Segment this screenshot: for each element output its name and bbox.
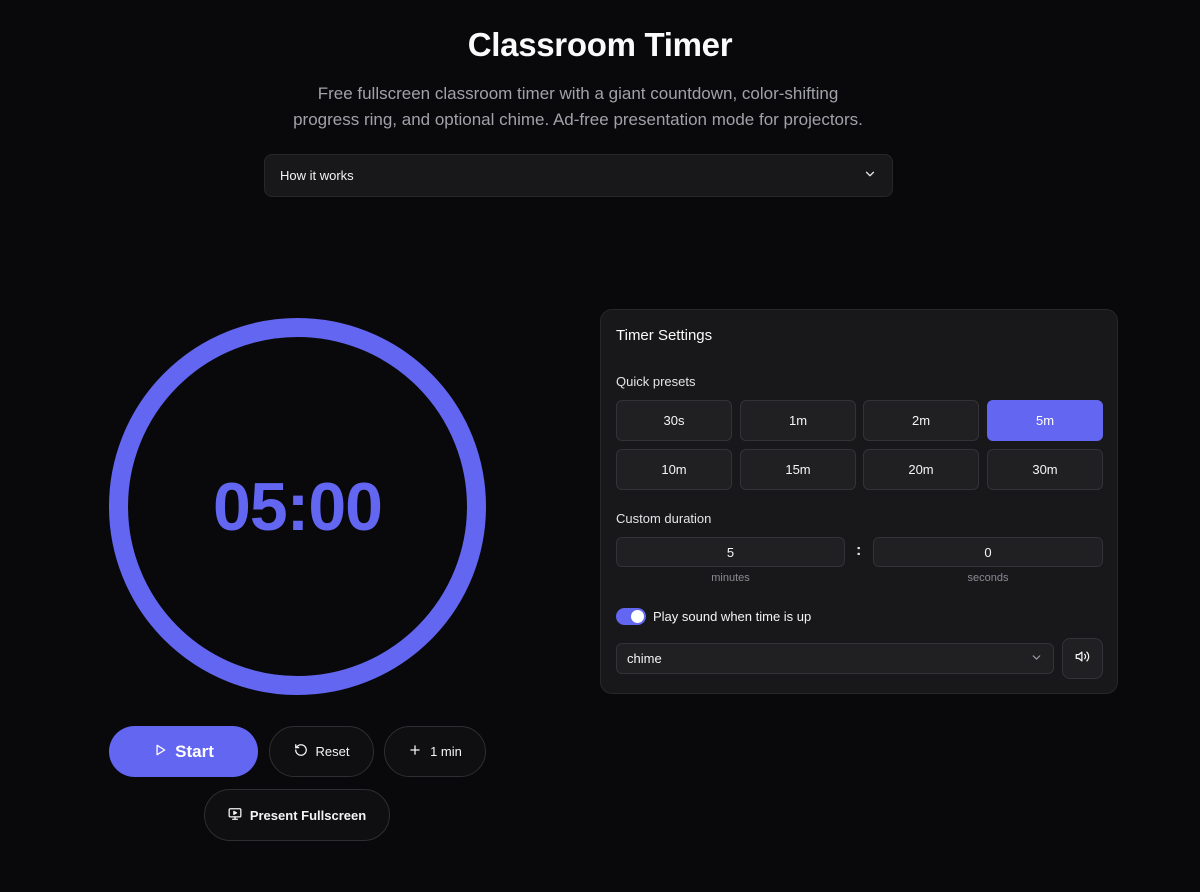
custom-duration-label: Custom duration <box>616 511 712 526</box>
minutes-label: minutes <box>711 572 750 584</box>
toggle-knob <box>631 610 644 623</box>
sound-select-value: chime <box>627 651 662 666</box>
preset-button[interactable]: 1m <box>740 400 856 441</box>
preset-button[interactable]: 30m <box>987 449 1103 490</box>
page: Classroom Timer Free fullscreen classroo… <box>0 0 1200 892</box>
start-label: Start <box>175 741 214 761</box>
preset-button[interactable]: 20m <box>863 449 979 490</box>
minutes-input[interactable]: 5 <box>616 537 845 567</box>
add-minute-button[interactable]: 1 min <box>384 726 486 777</box>
preset-button[interactable]: 5m <box>987 400 1103 441</box>
preset-button[interactable]: 2m <box>863 400 979 441</box>
sound-toggle-label: Play sound when time is up <box>653 609 812 624</box>
add-minute-label: 1 min <box>430 744 462 759</box>
chevron-down-icon <box>1030 651 1043 667</box>
reset-button[interactable]: Reset <box>269 726 374 777</box>
present-label: Present Fullscreen <box>249 807 367 823</box>
subtitle-line-1: Free fullscreen classroom timer with a g… <box>317 84 839 103</box>
sound-select[interactable]: chime <box>616 643 1054 674</box>
how-it-works-label: How it works <box>280 168 354 183</box>
settings-title: Timer Settings <box>616 327 713 344</box>
quick-presets-label: Quick presets <box>616 374 696 389</box>
preview-sound-button[interactable] <box>1062 638 1103 679</box>
volume-icon <box>1075 649 1090 669</box>
rotate-ccw-icon <box>294 743 308 760</box>
preset-button[interactable]: 15m <box>740 449 856 490</box>
plus-icon <box>408 743 422 760</box>
sound-toggle[interactable] <box>616 608 646 625</box>
timer-settings-panel: Timer Settings Quick presets 30s 1m 2m 5… <box>600 309 1118 694</box>
start-button[interactable]: Start <box>109 726 258 777</box>
seconds-label: seconds <box>967 572 1009 584</box>
chevron-down-icon <box>863 167 877 184</box>
countdown-display: 05:00 <box>213 468 383 545</box>
monitor-icon <box>228 807 242 824</box>
play-icon <box>153 742 167 762</box>
preset-button[interactable]: 10m <box>616 449 732 490</box>
page-subtitle: Free fullscreen classroom timer with a g… <box>260 81 896 133</box>
seconds-input[interactable]: 0 <box>873 537 1103 567</box>
timer-ring: 05:00 <box>109 318 486 695</box>
present-fullscreen-button[interactable]: Present Fullscreen <box>204 789 390 841</box>
preset-button[interactable]: 30s <box>616 400 732 441</box>
reset-label: Reset <box>315 744 350 759</box>
subtitle-line-2: progress ring, and optional chime. Ad-fr… <box>293 110 863 129</box>
page-title: Classroom Timer <box>467 26 733 63</box>
time-separator: : <box>856 542 862 559</box>
how-it-works-accordion[interactable]: How it works <box>264 154 893 197</box>
